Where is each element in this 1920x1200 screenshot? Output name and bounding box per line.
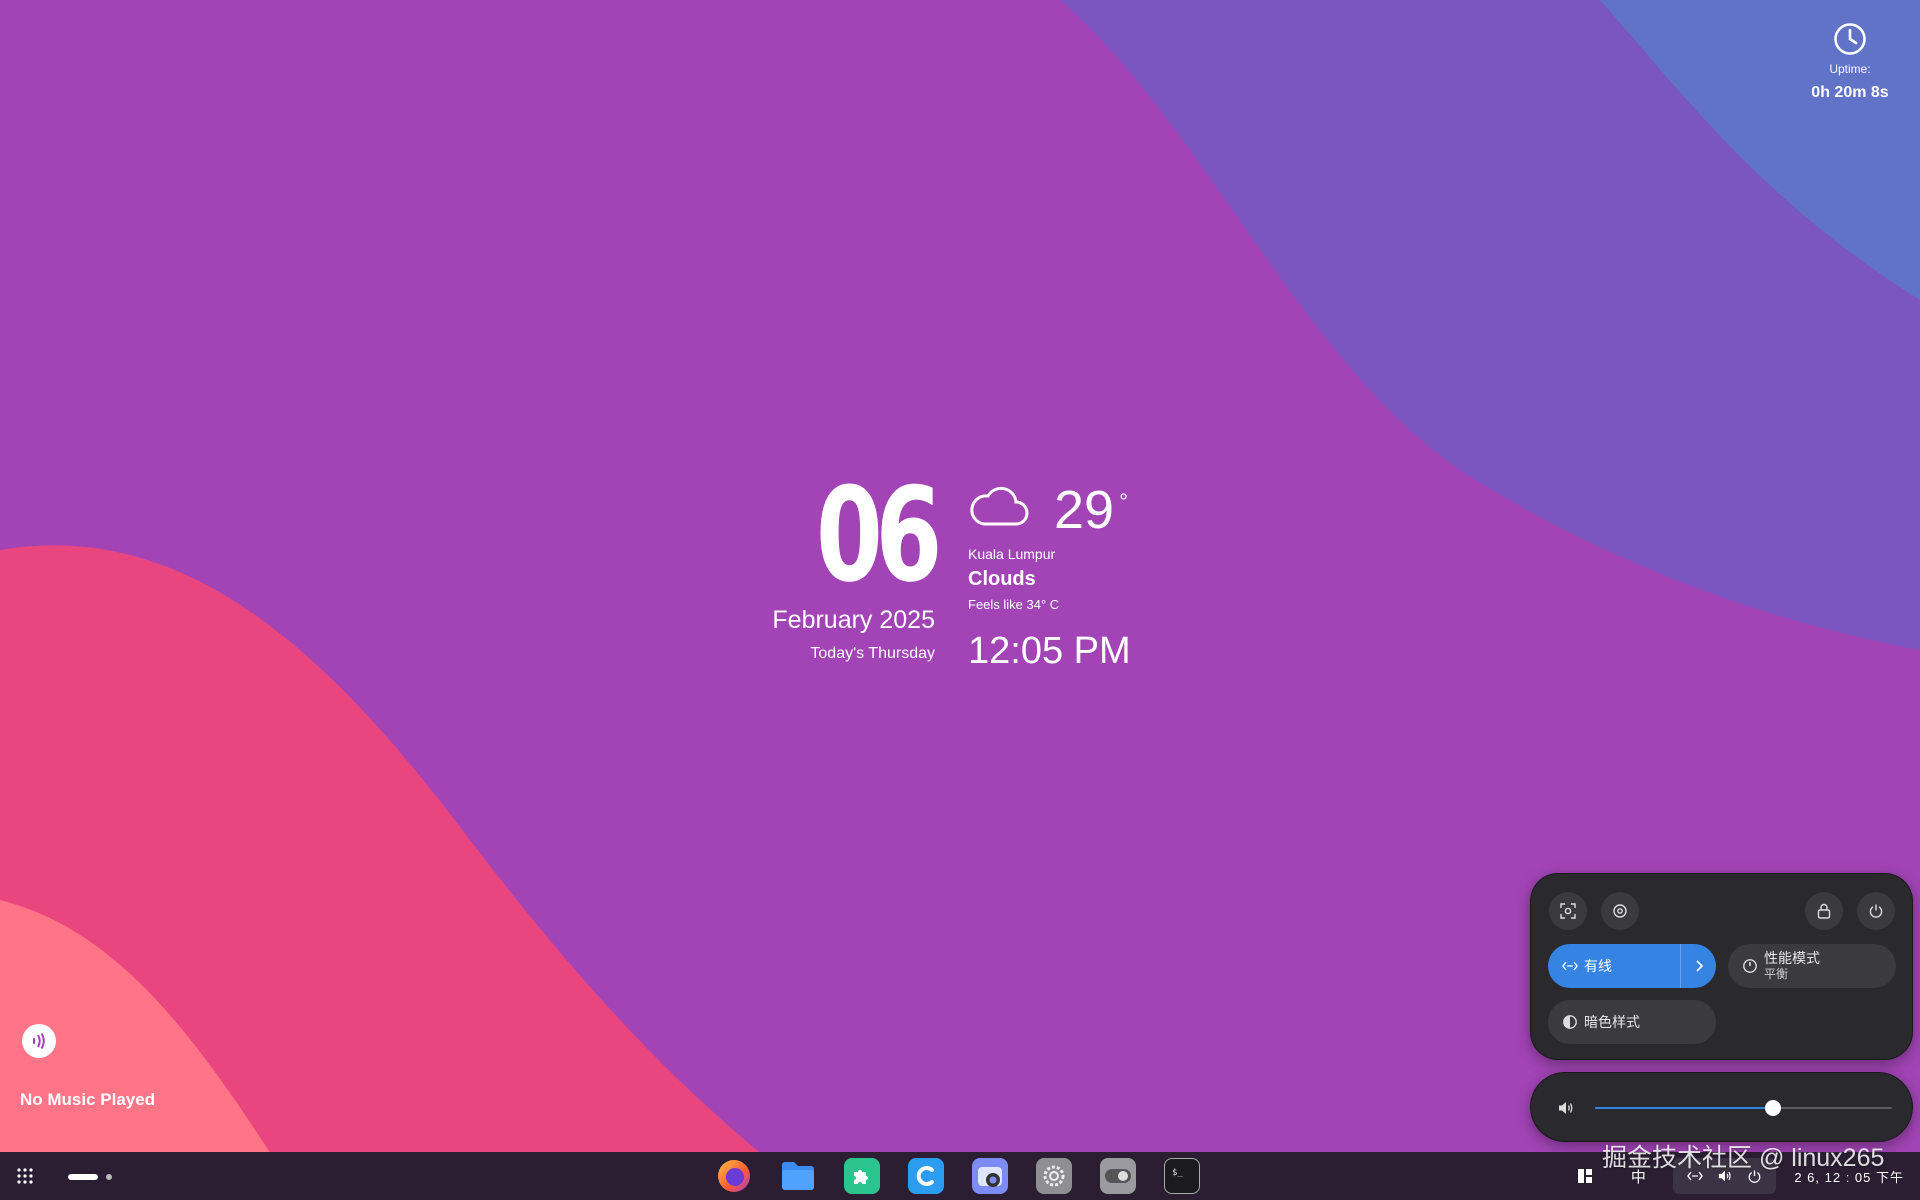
- browser-app[interactable]: [908, 1158, 944, 1194]
- browser-c-icon: [916, 1166, 934, 1186]
- settings-app[interactable]: [1036, 1158, 1072, 1194]
- volume-slider[interactable]: [1595, 1100, 1892, 1116]
- power-icon: [1869, 904, 1883, 918]
- music-play-button[interactable]: [22, 1024, 56, 1058]
- power-mode-label: 性能模式: [1764, 950, 1820, 966]
- lock-button[interactable]: [1805, 892, 1843, 930]
- network-wired-icon: [1562, 961, 1578, 971]
- dark-style-toggle[interactable]: 暗色样式: [1548, 1000, 1716, 1044]
- tweaks-app[interactable]: [1100, 1158, 1136, 1194]
- screenshot-icon: [1560, 903, 1576, 919]
- wired-label: 有线: [1584, 958, 1612, 974]
- app-grid-icon[interactable]: [16, 1167, 34, 1185]
- files-app[interactable]: [780, 1158, 816, 1194]
- wired-network-toggle[interactable]: 有线: [1548, 944, 1716, 988]
- volume-knob[interactable]: [1765, 1100, 1782, 1116]
- svg-text:$_: $_: [1172, 1168, 1183, 1178]
- layout-icon: [1578, 1169, 1593, 1183]
- weather-widget: 29 ° Kuala Lumpur Clouds Feels like 34° C…: [968, 482, 1168, 673]
- date-weekday: Today's Thursday: [810, 645, 935, 662]
- firefox-app[interactable]: [716, 1158, 752, 1194]
- toggle-icon: [1105, 1169, 1131, 1183]
- speaker-icon: [1559, 1102, 1573, 1114]
- gear-icon: [1043, 1165, 1065, 1187]
- degree-symbol: °: [1119, 489, 1129, 514]
- screenshot-tool-app[interactable]: [972, 1158, 1008, 1194]
- screenshot-button[interactable]: [1549, 892, 1587, 930]
- dark-style-label: 暗色样式: [1584, 1014, 1640, 1030]
- uptime-label: Uptime:: [1829, 62, 1871, 76]
- dock: $_: [716, 1158, 1200, 1194]
- speedometer-icon: [1743, 959, 1757, 973]
- weather-feels-like: Feels like 34° C: [968, 597, 1060, 612]
- date-day: 06: [815, 459, 942, 611]
- weather-temperature: 29 °: [1054, 480, 1128, 540]
- files-icon: [782, 1162, 814, 1190]
- wired-expand-button[interactable]: [1680, 944, 1716, 988]
- cloud-icon: [970, 486, 1029, 526]
- watermark: 掘金技术社区 @ linux265: [1602, 1144, 1885, 1172]
- lock-icon: [1817, 903, 1831, 919]
- puzzle-icon: [854, 1170, 868, 1184]
- clock-time: 12:05 PM: [968, 630, 1131, 672]
- music-status: No Music Played: [20, 1090, 156, 1109]
- terminal-app[interactable]: $_: [1164, 1158, 1200, 1194]
- power-mode-toggle[interactable]: 性能模式 平衡: [1728, 944, 1896, 988]
- uptime-value: 0h 20m 8s: [1811, 84, 1889, 101]
- weather-condition: Clouds: [968, 568, 1036, 590]
- chevron-right-icon: [1695, 960, 1703, 972]
- volume-fill: [1595, 1107, 1774, 1109]
- power-mode-value: 平衡: [1764, 967, 1789, 981]
- settings-button[interactable]: [1601, 892, 1639, 930]
- workspace-indicator[interactable]: [68, 1174, 112, 1180]
- date-widget: 06 February 2025 Today's Thursday: [760, 459, 942, 663]
- volume-panel: [1530, 1072, 1913, 1142]
- temperature-value: 29: [1054, 480, 1115, 540]
- uptime-widget: Uptime: 0h 20m 8s: [1802, 22, 1898, 102]
- audio-wave-icon: [33, 1032, 45, 1050]
- clock-icon: [1834, 23, 1866, 55]
- firefox-icon: [718, 1160, 750, 1192]
- terminal-icon: $_: [1172, 1168, 1183, 1178]
- window-layout-button[interactable]: [1567, 1152, 1603, 1200]
- extensions-app[interactable]: [844, 1158, 880, 1194]
- contrast-icon: [1563, 1015, 1577, 1029]
- workspace-active[interactable]: [68, 1174, 98, 1180]
- quick-settings-panel: 有线 性能模式 平衡 暗色样式: [1530, 873, 1913, 1060]
- settings-icon: [1613, 904, 1627, 918]
- power-button[interactable]: [1857, 892, 1895, 930]
- workspace-dot[interactable]: [106, 1174, 112, 1180]
- camera-icon: [978, 1167, 1002, 1187]
- weather-city: Kuala Lumpur: [968, 546, 1056, 562]
